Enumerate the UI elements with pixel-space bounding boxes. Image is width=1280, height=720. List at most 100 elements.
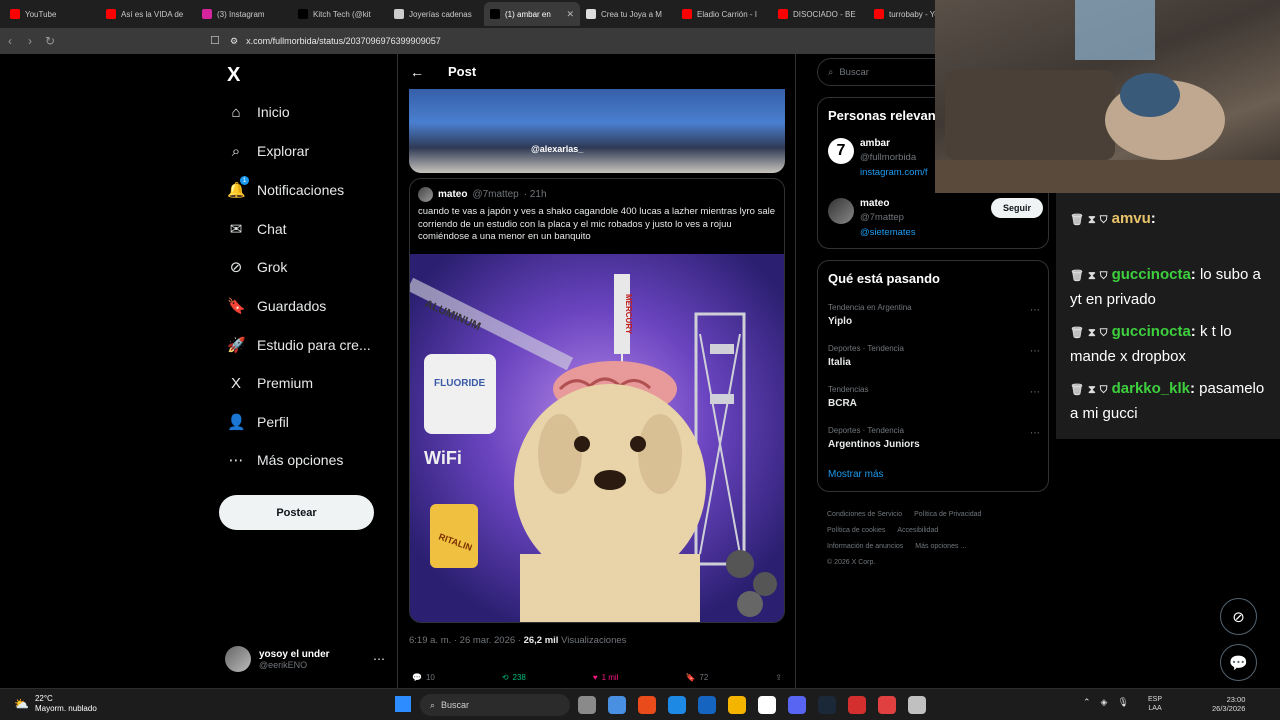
- repost-button[interactable]: ⟲ 238: [502, 669, 526, 685]
- mic-icon[interactable]: 🎙: [1117, 697, 1128, 708]
- share-button[interactable]: ⇪: [775, 669, 782, 685]
- reload-icon[interactable]: ↻: [40, 34, 60, 48]
- moderation-icons[interactable]: 🗑⧗⛉: [1070, 327, 1112, 339]
- trend-item[interactable]: Tendencia en Argentina Yiplo ⋯: [828, 303, 1040, 335]
- browser-tab[interactable]: Así es la VIDA de: [100, 2, 196, 26]
- browser-tab[interactable]: DISOCIADO - BE: [772, 2, 868, 26]
- close-tab-icon[interactable]: ✕: [566, 9, 574, 20]
- post-timestamp: 6:19 a. m. · 26 mar. 2026 ·: [409, 635, 521, 646]
- moderation-icons[interactable]: 🗑⧗⛉: [1070, 214, 1112, 226]
- mail-icon: ✉: [229, 221, 243, 238]
- browser-tab[interactable]: YouTube: [4, 2, 100, 26]
- bookmark-button[interactable]: 🔖 72: [685, 669, 708, 685]
- page-title: Post: [448, 64, 477, 79]
- footer-link[interactable]: Condiciones de Servicio: [827, 511, 902, 518]
- taskbar-app-icon[interactable]: [728, 696, 746, 714]
- footer-link[interactable]: Más opciones ...: [915, 543, 966, 550]
- sidebar-item-label: Más opciones: [257, 452, 344, 468]
- taskbar-app-icon[interactable]: [578, 696, 596, 714]
- browser-tab[interactable]: Kitch Tech (@kit: [292, 2, 388, 26]
- quoted-post-image[interactable]: ALUMINUM FLUORIDE MERCURY WiFi RITALIN: [410, 254, 784, 622]
- language-indicator[interactable]: ESP LAA: [1148, 695, 1162, 713]
- forward-icon[interactable]: ›: [20, 34, 40, 48]
- footer-link[interactable]: Accesibilidad: [897, 527, 938, 534]
- windows-start-icon[interactable]: [395, 696, 411, 712]
- taskbar-search[interactable]: ⌕ Buscar: [420, 694, 570, 716]
- more-icon[interactable]: ⋯: [373, 652, 385, 666]
- chat-username[interactable]: guccinocta: [1112, 323, 1191, 340]
- sidebar-item-home[interactable]: ⌂ Inicio: [227, 97, 289, 127]
- sidebar-item-grok[interactable]: ⊘ Grok: [227, 252, 288, 282]
- grok-fab[interactable]: ⊘: [1220, 598, 1257, 635]
- show-more-link[interactable]: Mostrar más: [828, 469, 884, 480]
- trend-item[interactable]: Deportes · Tendencia Italia ⋯: [828, 344, 1040, 376]
- back-icon[interactable]: ‹: [0, 34, 20, 48]
- taskbar-app-icon[interactable]: [698, 696, 716, 714]
- person-mateo[interactable]: mateo @7mattep @sietemates Seguir: [828, 198, 1043, 242]
- site-settings-icon[interactable]: ⚙: [230, 36, 238, 47]
- account-switcher[interactable]: yosoy el under @eerikENO ⋯: [225, 642, 385, 676]
- reply-icon: 💬: [412, 672, 422, 682]
- chat-colon: :: [1190, 266, 1200, 283]
- browser-tab[interactable]: Joyerías cadenas: [388, 2, 484, 26]
- taskbar-app-icon[interactable]: [608, 696, 626, 714]
- browser-tab[interactable]: Crea tu Joya a M: [580, 2, 676, 26]
- taskbar-app-icon[interactable]: [638, 696, 656, 714]
- moderation-icons[interactable]: 🗑⧗⛉: [1070, 384, 1112, 396]
- x-logo[interactable]: X: [227, 64, 240, 87]
- sidebar-item-bell[interactable]: 🔔 1 Notificaciones: [227, 175, 344, 205]
- post-button[interactable]: Postear: [219, 495, 374, 530]
- trend-item[interactable]: Tendencias BCRA ⋯: [828, 385, 1040, 417]
- chat-fab[interactable]: 💬: [1220, 644, 1257, 681]
- tab-favicon-icon: [682, 9, 692, 19]
- person-link[interactable]: instagram.com/f: [860, 167, 928, 178]
- taskbar-app-icon[interactable]: [668, 696, 686, 714]
- follow-button[interactable]: Seguir: [991, 198, 1043, 218]
- footer-link[interactable]: Política de Privacidad: [914, 511, 981, 518]
- taskbar-app-icon[interactable]: [818, 696, 836, 714]
- more-icon[interactable]: ⋯: [1030, 387, 1040, 398]
- taskbar-app-icon[interactable]: [758, 696, 776, 714]
- back-arrow-icon[interactable]: ←: [410, 64, 424, 80]
- home-icon: ⌂: [231, 103, 241, 121]
- sidebar-item-search[interactable]: ⌕ Explorar: [227, 136, 309, 166]
- taskbar-app-icon[interactable]: [788, 696, 806, 714]
- quoted-post[interactable]: mateo @7mattep · 21h cuando te vas a jap…: [409, 178, 785, 623]
- like-button[interactable]: ♥ 1 mil: [593, 669, 619, 685]
- meme-illustration: ALUMINUM FLUORIDE MERCURY WiFi RITALIN: [410, 254, 784, 622]
- url-field[interactable]: ⚙ x.com/fullmorbida/status/2037096976399…: [230, 32, 930, 50]
- trends-card: Qué está pasando Tendencia en Argentina Y…: [817, 260, 1049, 492]
- more-icon[interactable]: ⋯: [1030, 428, 1040, 439]
- person-link[interactable]: @sietemates: [860, 227, 916, 238]
- sidebar-item-person[interactable]: 👤 Perfil: [227, 407, 289, 437]
- taskbar-app-icon[interactable]: [848, 696, 866, 714]
- browser-tab[interactable]: (1) ambar en ✕: [484, 2, 580, 26]
- system-clock[interactable]: 23:00 26/3/2026: [1212, 695, 1245, 713]
- reply-button[interactable]: 💬 10: [412, 669, 435, 685]
- bookmark-page-icon[interactable]: ☐: [210, 34, 220, 47]
- trend-category: Tendencia en Argentina: [828, 303, 912, 312]
- sidebar-item-more[interactable]: ⋯ Más opciones: [227, 445, 344, 475]
- sidebar-item-rocket[interactable]: 🚀 Estudio para cre...: [227, 330, 371, 360]
- network-icon[interactable]: ◈: [1101, 697, 1108, 708]
- taskbar-app-icon[interactable]: [908, 696, 926, 714]
- browser-tab[interactable]: (3) Instagram: [196, 2, 292, 26]
- footer-link[interactable]: Información de anuncios: [827, 543, 903, 550]
- taskbar-app-icon[interactable]: [878, 696, 896, 714]
- trend-item[interactable]: Deportes · Tendencia Argentinos Juniors ⋯: [828, 426, 1040, 458]
- more-icon[interactable]: ⋯: [1030, 305, 1040, 316]
- sidebar-item-mail[interactable]: ✉ Chat: [227, 214, 287, 244]
- sidebar-item-bookmark[interactable]: 🔖 Guardados: [227, 291, 326, 321]
- quoted-post-text: cuando te vas a japón y ves a shako caga…: [418, 206, 775, 242]
- more-icon[interactable]: ⋯: [1030, 346, 1040, 357]
- browser-tab[interactable]: Eladio Carrión - I: [676, 2, 772, 26]
- chat-username[interactable]: darkko_klk: [1112, 380, 1190, 397]
- chat-username[interactable]: guccinocta: [1112, 266, 1191, 283]
- post-media[interactable]: @alexarlas_: [409, 89, 785, 173]
- moderation-icons[interactable]: 🗑⧗⛉: [1070, 270, 1112, 282]
- weather-widget[interactable]: ⛅ 22°C Mayorm. nublado: [14, 694, 97, 714]
- footer-link[interactable]: Política de cookies: [827, 527, 885, 534]
- chat-username[interactable]: amvu: [1112, 210, 1151, 227]
- sidebar-item-x[interactable]: X Premium: [227, 368, 313, 398]
- chevron-up-icon[interactable]: ⌃: [1083, 697, 1091, 708]
